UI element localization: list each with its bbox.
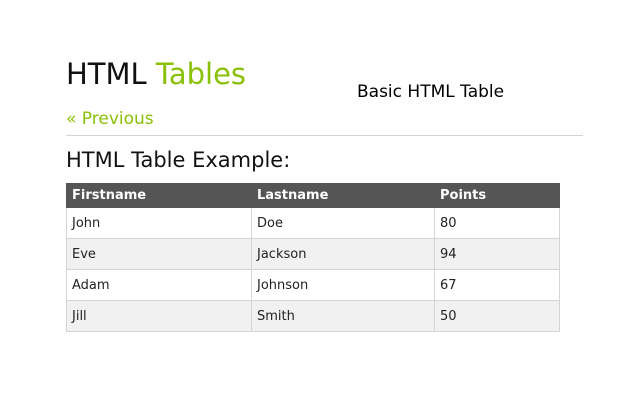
section-title: HTML Table Example: — [66, 148, 291, 172]
table-cell-points: 50 — [434, 300, 560, 332]
column-header-lastname: Lastname — [251, 183, 435, 208]
table-row: Jill Smith 50 — [66, 300, 560, 332]
column-header-points: Points — [434, 183, 560, 208]
example-table: Firstname Lastname Points John Doe 80 Ev… — [66, 183, 560, 332]
table-row: Eve Jackson 94 — [66, 238, 560, 270]
page-subtitle: Basic HTML Table — [357, 82, 505, 102]
column-header-firstname: Firstname — [66, 183, 252, 208]
table-cell-lastname: Smith — [251, 300, 435, 332]
table-header-row: Firstname Lastname Points — [66, 183, 560, 208]
page-title-prefix: HTML — [66, 57, 147, 91]
table-cell-lastname: Doe — [251, 207, 435, 239]
page-title: HTML Tables — [66, 55, 246, 93]
previous-link[interactable]: « Previous — [66, 108, 154, 130]
table-cell-points: 80 — [434, 207, 560, 239]
page-title-accent: Tables — [155, 57, 247, 91]
table-cell-lastname: Jackson — [251, 238, 435, 270]
table-cell-firstname: John — [66, 207, 252, 239]
table-row: Adam Johnson 67 — [66, 269, 560, 301]
table-cell-lastname: Johnson — [251, 269, 435, 301]
table-cell-points: 94 — [434, 238, 560, 270]
table-cell-points: 67 — [434, 269, 560, 301]
table-cell-firstname: Adam — [66, 269, 252, 301]
table-row: John Doe 80 — [66, 207, 560, 239]
table-cell-firstname: Jill — [66, 300, 252, 332]
table-cell-firstname: Eve — [66, 238, 252, 270]
divider — [66, 135, 583, 136]
